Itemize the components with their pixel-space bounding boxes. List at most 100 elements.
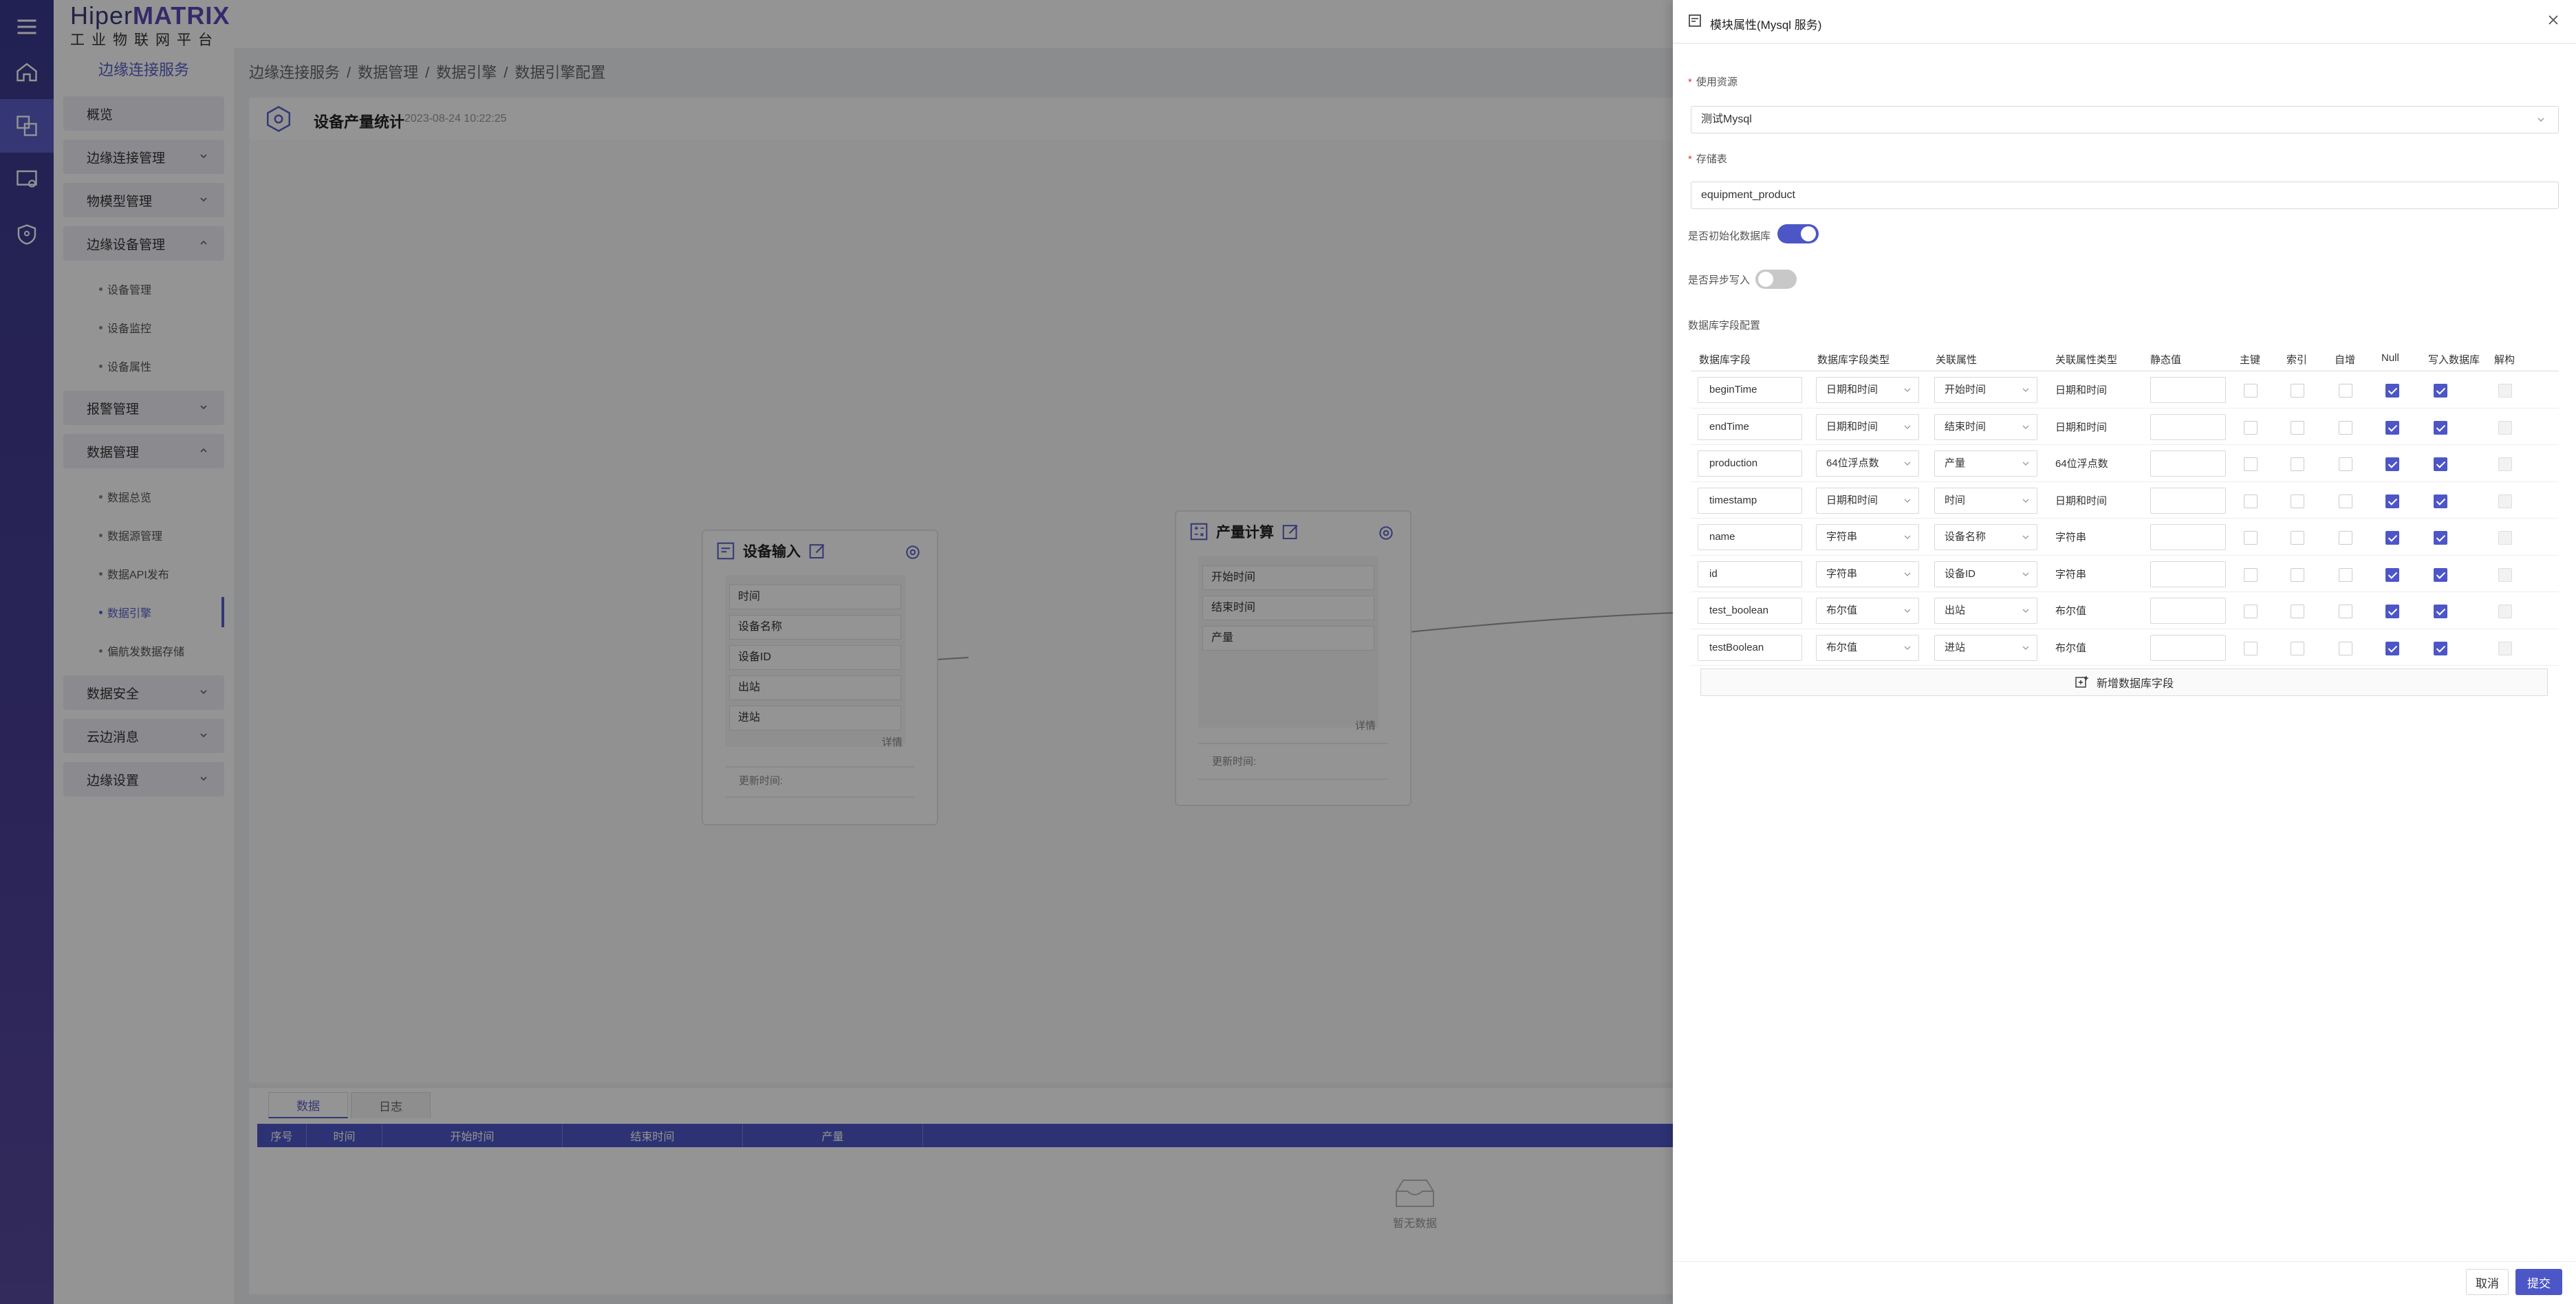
field-type-select[interactable]: 64位浮点数 (1816, 450, 1919, 477)
null-checkbox[interactable] (2385, 641, 2399, 655)
field-name-input[interactable]: id (1698, 561, 1802, 587)
primary-key-checkbox[interactable] (2244, 384, 2258, 398)
auto-increment-checkbox[interactable] (2339, 384, 2352, 398)
column-header: 主键 (2240, 354, 2261, 366)
auto-increment-checkbox[interactable] (2339, 457, 2352, 471)
static-value-input[interactable] (2150, 450, 2226, 477)
drawer-header: 模块属性(Mysql 服务) (1673, 0, 2576, 44)
null-checkbox[interactable] (2385, 384, 2399, 398)
table-row: testBoolean 布尔值 进站 布尔值 (1691, 629, 2559, 666)
table-row: beginTime 日期和时间 开始时间 日期和时间 (1691, 371, 2559, 409)
primary-key-checkbox[interactable] (2244, 605, 2258, 618)
field-type-select[interactable]: 日期和时间 (1816, 377, 1919, 403)
static-value-input[interactable] (2150, 524, 2226, 550)
related-attr-select[interactable]: 设备ID (1934, 561, 2037, 587)
add-field-button[interactable]: 新增数据库字段 (1700, 669, 2548, 696)
index-checkbox[interactable] (2291, 641, 2304, 655)
primary-key-checkbox[interactable] (2244, 457, 2258, 471)
index-checkbox[interactable] (2291, 531, 2304, 545)
write-db-checkbox[interactable] (2434, 494, 2447, 508)
index-checkbox[interactable] (2291, 605, 2304, 618)
null-checkbox[interactable] (2385, 605, 2399, 618)
field-type-select[interactable]: 布尔值 (1816, 598, 1919, 624)
index-checkbox[interactable] (2291, 384, 2304, 398)
static-value-input[interactable] (2150, 377, 2226, 403)
chevron-down-icon (2022, 646, 2029, 650)
auto-increment-checkbox[interactable] (2339, 531, 2352, 545)
submit-button[interactable]: 提交 (2515, 1269, 2562, 1295)
related-attr-type: 布尔值 (2055, 605, 2087, 617)
write-db-checkbox[interactable] (2434, 531, 2447, 545)
index-checkbox[interactable] (2291, 494, 2304, 508)
static-value-input[interactable] (2150, 561, 2226, 587)
auto-increment-checkbox[interactable] (2339, 420, 2352, 435)
auto-increment-checkbox[interactable] (2339, 605, 2352, 618)
related-attr-select[interactable]: 结束时间 (1934, 413, 2037, 440)
write-db-checkbox[interactable] (2434, 641, 2447, 655)
related-attr-select[interactable]: 产量 (1934, 450, 2037, 477)
field-name-input[interactable]: endTime (1698, 413, 1802, 440)
deconstruct-checkbox (2498, 494, 2512, 508)
null-checkbox[interactable] (2385, 531, 2399, 545)
index-checkbox[interactable] (2291, 420, 2304, 435)
field-name-input[interactable]: name (1698, 524, 1802, 550)
static-value-input[interactable] (2150, 634, 2226, 661)
null-checkbox[interactable] (2385, 567, 2399, 582)
index-checkbox[interactable] (2291, 457, 2304, 471)
primary-key-checkbox[interactable] (2244, 420, 2258, 435)
static-value-input[interactable] (2150, 413, 2226, 440)
write-db-checkbox[interactable] (2434, 567, 2447, 582)
related-attr-select[interactable]: 时间 (1934, 487, 2037, 514)
module-property-drawer: 模块属性(Mysql 服务) * 使用资源 测试Mysql * 存储表 equipm… (1673, 0, 2576, 1304)
null-checkbox[interactable] (2385, 420, 2399, 435)
static-value-input[interactable] (2150, 487, 2226, 514)
init-db-toggle[interactable] (1777, 224, 1819, 243)
related-attr-select[interactable]: 开始时间 (1934, 377, 2037, 403)
table-label: * 存储表 (1688, 153, 1727, 165)
related-attr-select[interactable]: 进站 (1934, 634, 2037, 661)
field-name-input[interactable]: testBoolean (1698, 634, 1802, 661)
index-checkbox[interactable] (2291, 567, 2304, 582)
write-db-checkbox[interactable] (2434, 384, 2447, 398)
modal-mask[interactable] (0, 0, 1673, 1304)
field-type-select[interactable]: 日期和时间 (1816, 487, 1919, 514)
deconstruct-checkbox (2498, 420, 2512, 435)
deconstruct-checkbox (2498, 567, 2512, 582)
chevron-down-icon (1904, 388, 1911, 392)
null-checkbox[interactable] (2385, 457, 2399, 471)
cancel-button[interactable]: 取消 (2466, 1269, 2509, 1295)
field-name-input[interactable]: test_boolean (1698, 598, 1802, 624)
related-attr-type: 字符串 (2055, 568, 2087, 580)
field-name-input[interactable]: timestamp (1698, 487, 1802, 514)
write-db-checkbox[interactable] (2434, 457, 2447, 471)
field-type-select[interactable]: 字符串 (1816, 561, 1919, 587)
auto-increment-checkbox[interactable] (2339, 494, 2352, 508)
auto-increment-checkbox[interactable] (2339, 567, 2352, 582)
static-value-input[interactable] (2150, 598, 2226, 624)
primary-key-checkbox[interactable] (2244, 567, 2258, 582)
write-db-checkbox[interactable] (2434, 420, 2447, 435)
field-type-select[interactable]: 日期和时间 (1816, 413, 1919, 440)
table-row: endTime 日期和时间 结束时间 日期和时间 (1691, 409, 2559, 445)
table-row: id 字符串 设备ID 字符串 (1691, 556, 2559, 592)
null-checkbox[interactable] (2385, 494, 2399, 508)
deconstruct-checkbox (2498, 605, 2512, 618)
close-icon[interactable] (2546, 12, 2561, 28)
auto-increment-checkbox[interactable] (2339, 641, 2352, 655)
write-db-checkbox[interactable] (2434, 605, 2447, 618)
chevron-down-icon (1904, 535, 1911, 539)
primary-key-checkbox[interactable] (2244, 494, 2258, 508)
async-write-toggle[interactable] (1755, 270, 1797, 289)
resource-select[interactable]: 测试Mysql (1691, 106, 2559, 133)
table-input[interactable]: equipment_product (1691, 182, 2559, 209)
primary-key-checkbox[interactable] (2244, 531, 2258, 545)
field-type-select[interactable]: 布尔值 (1816, 634, 1919, 661)
related-attr-select[interactable]: 出站 (1934, 598, 2037, 624)
column-header: 写入数据库 (2428, 354, 2480, 366)
primary-key-checkbox[interactable] (2244, 641, 2258, 655)
field-name-input[interactable]: production (1698, 450, 1802, 477)
related-attr-select[interactable]: 设备名称 (1934, 524, 2037, 550)
field-name-input[interactable]: beginTime (1698, 377, 1802, 403)
related-attr-type: 日期和时间 (2055, 495, 2108, 507)
field-type-select[interactable]: 字符串 (1816, 524, 1919, 550)
